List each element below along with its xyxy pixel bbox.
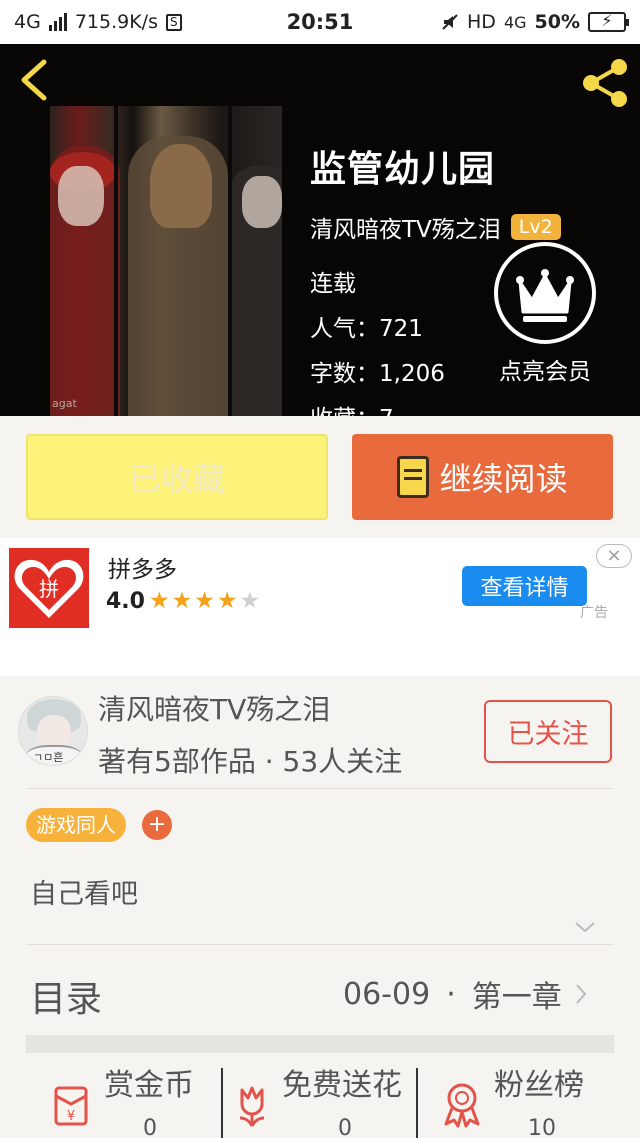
book-icon — [397, 456, 430, 498]
red-envelope-icon: ¥ — [54, 1086, 88, 1126]
words-value: 1,206 — [379, 361, 445, 387]
chevron-right-icon — [575, 984, 587, 1004]
flower-label: 免费送花 — [282, 1068, 402, 1103]
status-left: 4G 715.9K/s S — [14, 11, 182, 33]
divider — [416, 1068, 418, 1138]
hd-label: HD — [467, 11, 496, 33]
continue-reading-label: 继续阅读 — [439, 460, 568, 498]
vip-label: 点亮会员 — [499, 359, 591, 385]
chevron-down-icon[interactable] — [574, 920, 596, 934]
avatar-shirt-text: ㄱㅁ흔 — [33, 751, 64, 764]
word-count-row: 字数：1,206 — [310, 354, 445, 388]
crown-icon — [494, 242, 596, 344]
book-cover[interactable]: agat — [50, 106, 282, 416]
share-icon[interactable] — [578, 56, 632, 110]
star-icon: ★ — [148, 588, 170, 614]
star-icon: ★ — [194, 588, 215, 614]
action-bar: 已收藏 继续阅读 — [0, 416, 640, 538]
ad-score: 4.0 — [106, 588, 145, 614]
ad-label: 广告 — [580, 605, 608, 621]
genre-tag[interactable]: 游戏同人 — [26, 808, 126, 842]
mute-icon — [442, 14, 458, 30]
serial-status: 连载 — [310, 271, 356, 297]
popularity-label: 人气： — [310, 316, 379, 342]
star-icon: ★ — [216, 588, 238, 614]
fans-label: 粉丝榜 — [494, 1068, 584, 1103]
star-empty-icon: ★ — [239, 588, 261, 614]
logo-text: 拼 — [39, 577, 59, 601]
toc-title[interactable]: 目录 — [30, 970, 102, 1022]
vip-button[interactable]: 点亮会员 — [492, 242, 598, 386]
network-speed: 715.9K/s — [74, 11, 158, 33]
favorites-label: 收藏： — [310, 406, 379, 416]
popularity-value: 721 — [379, 316, 423, 342]
status-right: HD 4G 50% ⚡ — [441, 11, 629, 33]
network-type-right: 4G — [503, 12, 527, 32]
favorites-value: 7 — [379, 406, 394, 416]
back-icon[interactable] — [14, 56, 56, 104]
ad-app-name: 拼多多 — [108, 557, 177, 583]
fans-count: 10 — [528, 1116, 556, 1138]
author-section: ㄱㅁ흔 清风暗夜TV殇之泪 著有5部作品 · 53人关注 已关注 游戏同人 + … — [0, 676, 640, 1138]
divider — [26, 788, 614, 789]
author-stats: 著有5部作品 · 53人关注 — [98, 745, 403, 778]
reward-coins-button[interactable]: ¥ 赏金币 — [48, 1068, 194, 1128]
popularity-row: 人气：721 — [310, 309, 423, 343]
battery-icon: ⚡ — [588, 11, 629, 32]
svg-text:¥: ¥ — [67, 1109, 75, 1124]
ad-close-icon[interactable]: × — [596, 544, 632, 568]
continue-reading-button[interactable]: 继续阅读 — [352, 434, 613, 520]
divider — [221, 1068, 223, 1138]
support-row: ¥ 赏金币 0 免费送花 0 粉丝榜 10 — [0, 1068, 640, 1138]
author-name[interactable]: 清风暗夜TV殇之泪 — [98, 688, 330, 728]
book-title: 监管幼儿园 — [310, 149, 496, 190]
ad-rating: 4.0 ★ ★ ★ ★ ★ — [106, 588, 260, 614]
medal-icon — [444, 1083, 480, 1128]
add-tag-button[interactable]: + — [142, 810, 172, 840]
book-description: 自己看吧 — [30, 879, 138, 910]
chapter-name: 第一章 — [471, 980, 562, 1015]
ad-banner[interactable]: 拼 拼多多 4.0 ★ ★ ★ ★ ★ 查看详情 × 广告 — [0, 538, 640, 676]
flower-icon — [239, 1086, 265, 1127]
status-bar: 4G 715.9K/s S 20:51 HD 4G 50% ⚡ — [0, 0, 640, 44]
latest-chapter[interactable]: 06-09 · 第一章 — [343, 972, 588, 1016]
followed-button[interactable]: 已关注 — [484, 700, 612, 763]
separator-dot: · — [446, 976, 456, 1012]
network-type: 4G — [14, 11, 41, 33]
pinduoduo-logo: 拼 — [9, 548, 89, 628]
author-line: 清风暗夜TV殇之泪 Lv2 — [310, 210, 561, 244]
ad-details-button[interactable]: 查看详情 — [462, 566, 587, 606]
flower-count: 0 — [338, 1116, 352, 1138]
chapter-date: 06-09 — [343, 976, 431, 1012]
battery-percent: 50% — [534, 11, 580, 33]
star-icon: ★ — [171, 588, 193, 614]
cover-watermark: agat — [52, 397, 77, 410]
book-header: agat 监管幼儿园 清风暗夜TV殇之泪 Lv2 连载 人气：721 字数：1,… — [0, 44, 640, 416]
fan-ranking-button[interactable]: 粉丝榜 — [440, 1068, 584, 1128]
s-badge-icon: S — [165, 13, 182, 31]
divider — [26, 944, 614, 945]
section-separator — [26, 1035, 614, 1053]
collected-button[interactable]: 已收藏 — [26, 434, 328, 520]
level-badge: Lv2 — [510, 214, 561, 240]
words-label: 字数： — [310, 361, 379, 387]
book-author[interactable]: 清风暗夜TV殇之泪 — [310, 210, 501, 244]
author-avatar[interactable]: ㄱㅁ흔 — [18, 696, 88, 766]
signal-icon — [48, 13, 67, 31]
favorites-row: 收藏：7 — [310, 399, 394, 416]
send-flower-button[interactable]: 免费送花 — [232, 1068, 402, 1128]
reward-label: 赏金币 — [104, 1068, 194, 1103]
reward-count: 0 — [143, 1116, 157, 1138]
